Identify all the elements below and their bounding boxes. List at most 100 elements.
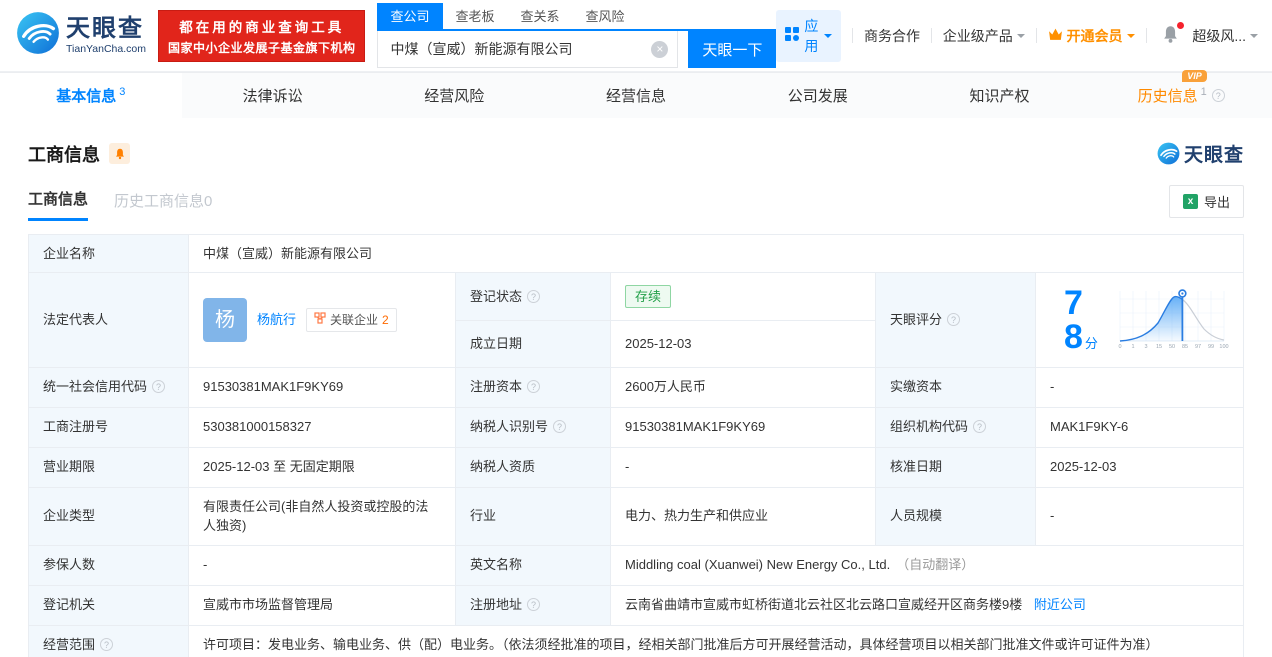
business-scope-label: 经营范围? (29, 625, 189, 657)
help-icon[interactable]: ? (947, 313, 960, 326)
tab-company-development[interactable]: 公司发展 (727, 73, 909, 118)
search-button[interactable]: 天眼一下 (688, 31, 776, 68)
insured-count-value: - (189, 545, 456, 585)
business-term-value: 2025-12-03 至 无固定期限 (189, 447, 456, 487)
label-text: 经营范围 (43, 637, 95, 652)
divider (1036, 28, 1037, 43)
label-text: 注册资本 (470, 379, 522, 394)
apps-grid-icon (785, 27, 799, 44)
axis-tick: 100 (1219, 344, 1228, 349)
header-nav: 应用 商务合作 企业级产品 开通会员 (776, 10, 1258, 62)
legal-rep-name-link[interactable]: 杨航行 (257, 310, 296, 330)
notification-bell[interactable] (1161, 25, 1180, 47)
english-name-text: Middling coal (Xuanwei) New Energy Co., … (625, 557, 890, 572)
apps-menu[interactable]: 应用 (776, 10, 841, 62)
export-label: 导出 (1204, 192, 1230, 211)
table-row: 经营范围? 许可项目：发电业务、输电业务、供（配）电业务。（依法须经批准的项目，… (29, 625, 1244, 657)
approval-date-value: 2025-12-03 (1036, 447, 1244, 487)
search-tab-risk[interactable]: 查风险 (573, 3, 638, 29)
tab-label: 基本信息 (56, 85, 116, 106)
vip-badge: VIP (1182, 70, 1207, 82)
site-logo[interactable]: 天眼查 TianYanCha.com (16, 11, 146, 60)
axis-tick: 3 (1144, 344, 1147, 349)
search-tab-company[interactable]: 查公司 (377, 3, 442, 29)
avatar[interactable]: 杨 (203, 298, 247, 342)
export-button[interactable]: x 导出 (1169, 185, 1244, 218)
help-icon[interactable]: ? (152, 380, 165, 393)
taxpayer-id-value: 91530381MAK1F9KY69 (611, 407, 876, 447)
nav-enterprise-products[interactable]: 企业级产品 (943, 26, 1025, 46)
banner-line2: 国家中小企业发展子基金旗下机构 (168, 39, 356, 56)
notification-dot (1177, 22, 1184, 29)
business-term-label: 营业期限 (29, 447, 189, 487)
auto-translate-note: （自动翻译） (896, 557, 974, 572)
chevron-down-icon (1250, 34, 1258, 42)
table-row: 企业类型 有限责任公司(非自然人投资或控股的法人独资) 行业 电力、热力生产和供… (29, 487, 1244, 545)
logo-swirl-icon (16, 11, 60, 60)
business-info-table: 企业名称 中煤（宣威）新能源有限公司 法定代表人 杨 杨航行 (28, 234, 1244, 657)
help-icon[interactable]: ? (527, 380, 540, 393)
reg-capital-value: 2600万人民币 (611, 367, 876, 407)
header: 天眼查 TianYanCha.com 都在用的商业查询工具 国家中小企业发展子基… (0, 0, 1272, 72)
section-title: 工商信息 (28, 141, 100, 167)
table-row: 法定代表人 杨 杨航行 (29, 273, 1244, 321)
promo-banner: 都在用的商业查询工具 国家中小企业发展子基金旗下机构 (158, 10, 366, 62)
org-code-value: MAK1F9KY-6 (1036, 407, 1244, 447)
legal-rep-label: 法定代表人 (29, 273, 189, 368)
nearby-companies-link[interactable]: 附近公司 (1034, 597, 1086, 612)
search-input[interactable] (377, 31, 678, 68)
divider (1146, 28, 1147, 43)
taxpayer-quality-label: 纳税人资质 (456, 447, 611, 487)
search-tab-relation[interactable]: 查关系 (508, 3, 573, 29)
credit-code-label: 统一社会信用代码? (29, 367, 189, 407)
open-vip-label: 开通会员 (1067, 26, 1123, 46)
reg-number-value: 530381000158327 (189, 407, 456, 447)
search-area: 查公司 查老板 查关系 查风险 × 天眼一下 (377, 3, 776, 68)
help-icon[interactable]: ? (527, 290, 540, 303)
tab-history-info[interactable]: VIP 历史信息 1 ? (1090, 73, 1272, 118)
search-tab-boss[interactable]: 查老板 (443, 3, 508, 29)
company-name-label: 企业名称 (29, 235, 189, 273)
cooperation-label: 商务合作 (864, 26, 920, 46)
credit-code-value: 91530381MAK1F9KY69 (189, 367, 456, 407)
help-icon[interactable]: ? (527, 598, 540, 611)
tab-label: 知识产权 (969, 85, 1029, 106)
crown-icon (1048, 28, 1063, 44)
help-icon[interactable]: ? (100, 638, 113, 651)
axis-tick: 15 (1156, 344, 1162, 349)
logo-subtitle: TianYanCha.com (66, 44, 146, 55)
related-companies-badge[interactable]: 关联企业 2 (306, 308, 397, 332)
score-curve-chart: 0 1 3 15 50 85 97 99 100 (1114, 285, 1230, 355)
subtab-history-business-info[interactable]: 历史工商信息0 (114, 190, 212, 220)
business-info-card: 工商信息 天眼查 工 (0, 140, 1272, 657)
subscribe-bell-icon[interactable] (109, 143, 130, 164)
tab-count: 3 (119, 86, 125, 98)
tianyancha-company-page: 天眼查 TianYanCha.com 都在用的商业查询工具 国家中小企业发展子基… (0, 0, 1272, 657)
tab-operation-info[interactable]: 经营信息 (545, 73, 727, 118)
tab-legal-proceedings[interactable]: 法律诉讼 (182, 73, 364, 118)
nav-cooperation[interactable]: 商务合作 (864, 26, 920, 46)
status-badge: 存续 (625, 285, 671, 309)
help-icon[interactable]: ? (1212, 89, 1225, 102)
help-icon[interactable]: ? (973, 420, 986, 433)
nav-super-risk[interactable]: 超级风... (1192, 26, 1258, 46)
table-row: 工商注册号 530381000158327 纳税人识别号? 91530381MA… (29, 407, 1244, 447)
tab-basic-info[interactable]: 基本信息 3 (0, 73, 182, 118)
help-icon[interactable]: ? (553, 420, 566, 433)
industry-label: 行业 (456, 487, 611, 545)
divider (852, 28, 853, 43)
relation-graph-icon (314, 311, 326, 329)
tab-label: 历史信息 (1138, 85, 1198, 106)
english-name-label: 英文名称 (456, 545, 611, 585)
search-tabs: 查公司 查老板 查关系 查风险 (377, 3, 776, 31)
tab-operation-risk[interactable]: 经营风险 (363, 73, 545, 118)
label-text: 注册地址 (470, 597, 522, 612)
subtab-business-info[interactable]: 工商信息 (28, 188, 88, 221)
nav-open-vip[interactable]: 开通会员 (1048, 26, 1135, 46)
reg-number-label: 工商注册号 (29, 407, 189, 447)
business-scope-value: 许可项目：发电业务、输电业务、供（配）电业务。（依法须经批准的项目，经相关部门批… (189, 625, 1244, 657)
taxpayer-quality-value: - (611, 447, 876, 487)
tab-intellectual-property[interactable]: 知识产权 (909, 73, 1091, 118)
taxpayer-id-label: 纳税人识别号? (456, 407, 611, 447)
reg-status-value: 存续 (611, 273, 876, 321)
